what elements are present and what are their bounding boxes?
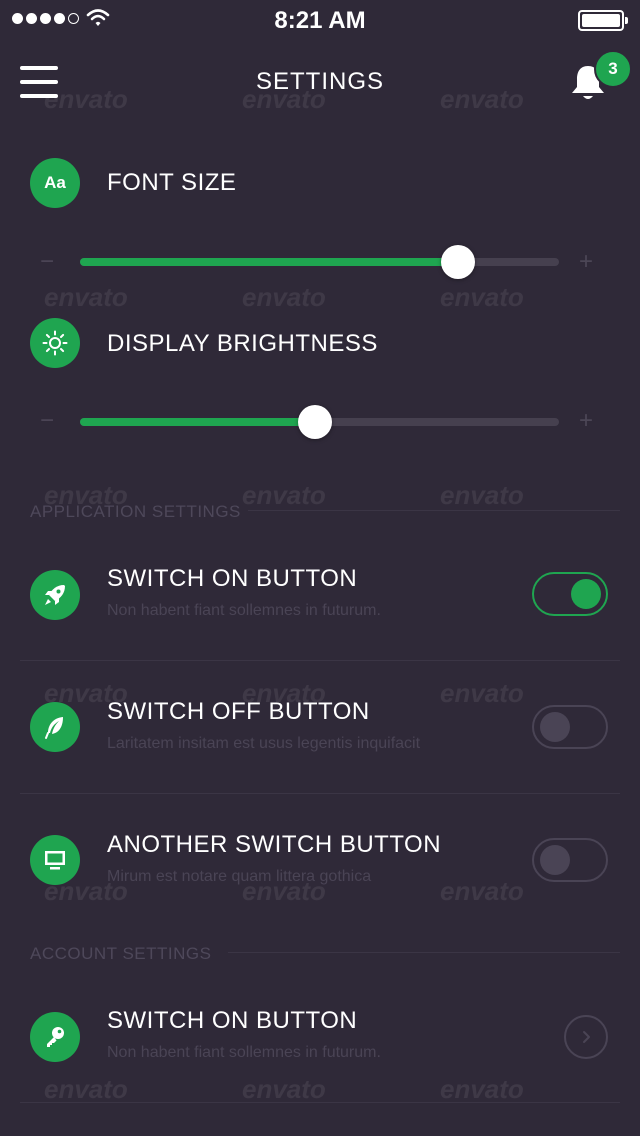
watermark: envato [440,480,524,510]
watermark: envato [44,282,128,312]
rocket-icon [30,570,80,620]
font-size-increase[interactable]: + [579,250,593,274]
brightness-label: DISPLAY BRIGHTNESS [107,330,378,357]
brightness-slider-thumb[interactable] [297,405,332,439]
font-size-decrease[interactable]: − [40,250,54,274]
setting-title: SWITCH OFF BUTTON [107,698,370,725]
watermark: envato [242,480,326,510]
setting-title: SWITCH ON BUTTON [107,1007,358,1034]
watermark: envato [440,678,524,708]
section-label-application: APPLICATION SETTINGS [30,502,241,521]
chevron-right-icon[interactable] [564,1015,608,1059]
font-size-icon: Aa [30,158,80,208]
watermark: envato [440,876,524,906]
status-bar: 8:21 AM [0,0,640,40]
setting-subtitle: Laritatem insitam est usus legentis inqu… [107,735,421,752]
switch-toggle-off[interactable] [532,705,608,749]
font-size-label: FONT SIZE [107,169,237,196]
notification-badge: 3 [594,50,632,88]
font-size-slider-fill [80,258,459,266]
divider [248,510,620,511]
feather-icon [30,702,80,752]
switch-toggle-off[interactable] [532,838,608,882]
font-size-slider-track[interactable] [80,258,559,266]
monitor-icon [30,835,80,885]
divider [20,1102,620,1103]
setting-subtitle: Non habent fiant sollemnes in futurum. [107,1044,381,1061]
page-title: SETTINGS [255,68,384,95]
font-size-slider-thumb[interactable] [441,245,476,279]
battery-full-icon [578,10,628,31]
brightness-decrease[interactable]: − [40,409,54,433]
key-icon [30,1012,80,1062]
font-size-icon-text: Aa [44,173,66,192]
status-time: 8:21 AM [274,7,366,34]
setting-subtitle: Non habent fiant sollemnes in futurum. [107,602,381,619]
watermark: envato [242,282,326,312]
brightness-increase[interactable]: + [579,409,593,433]
watermark: envato [44,1074,128,1104]
divider [228,952,620,953]
brightness-slider-fill [80,418,315,426]
setting-title: SWITCH ON BUTTON [107,565,358,592]
section-label-account: ACCOUNT SETTINGS [30,944,212,963]
divider [20,660,620,661]
divider [20,793,620,794]
watermark: envato [242,1074,326,1104]
sun-icon [30,318,80,368]
switch-toggle-on[interactable] [532,572,608,616]
setting-subtitle: Mirum est notare quam littera gothica [107,868,372,885]
watermark: envato [440,282,524,312]
setting-title: ANOTHER SWITCH BUTTON [107,831,442,858]
watermark: envato [440,1074,524,1104]
